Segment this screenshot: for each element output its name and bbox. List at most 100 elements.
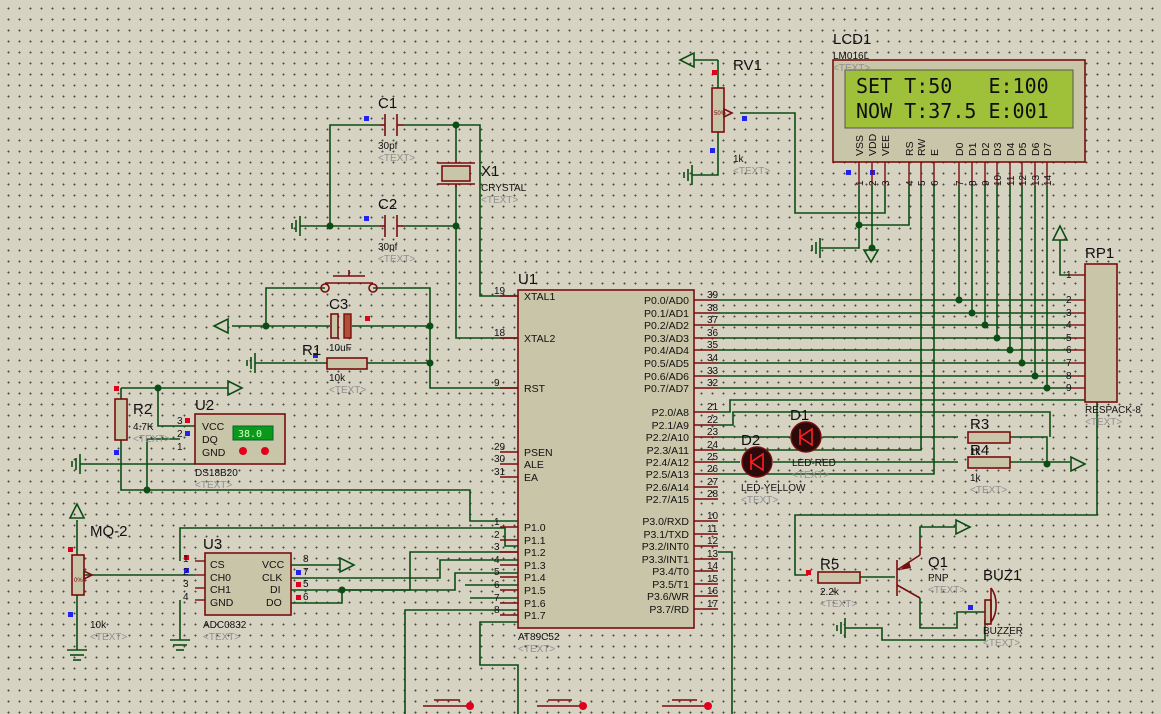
u1-pin-number: 35 [707, 340, 719, 351]
lcd-pin-number: 14 [1043, 174, 1054, 186]
buz1-text: <TEXT> [983, 638, 1020, 649]
svg-text:DI: DI [270, 584, 281, 596]
transistor-q1[interactable] [896, 540, 921, 599]
u1-pin-number: 24 [707, 440, 719, 451]
rp1-pin-number: 5 [1066, 333, 1072, 344]
lcd-ref: LCD1 [833, 31, 871, 48]
r2-value: 4.7K [133, 422, 154, 433]
respack-rp1[interactable] [1084, 263, 1118, 403]
u1-pin-label: RST [524, 383, 546, 395]
lcd-line-2: NOW T:37.5 E:001 [856, 99, 1049, 123]
resistor-r2[interactable] [114, 398, 128, 441]
mq2-value: 10k [90, 620, 107, 631]
x1-text: <TEXT> [481, 195, 518, 206]
u1-pin-number: 12 [707, 536, 719, 547]
u2-reading: 38.0 [238, 429, 262, 440]
power-arrow-icon [1051, 224, 1069, 241]
u1-pin-label: P3.7/RD [649, 604, 689, 616]
power-arrow-icon [339, 556, 356, 574]
u1-pin-number: 4 [494, 555, 500, 566]
led-d2[interactable] [741, 446, 773, 478]
buzzer-buz1[interactable] [984, 587, 997, 625]
u1-pin-label: XTAL1 [524, 291, 555, 303]
svg-text:VCC: VCC [262, 559, 285, 571]
resistor-r5[interactable] [817, 571, 861, 584]
u1-pin-number: 37 [707, 315, 719, 326]
rp1-pins: 123456789 [1066, 270, 1085, 394]
lcd-pin-label: D1 [967, 142, 979, 156]
u1-part: AT89C52 [518, 632, 560, 643]
buz1-value: BUZZER [983, 626, 1023, 637]
lcd-pin-label: D5 [1017, 142, 1029, 156]
svg-text:4: 4 [183, 592, 189, 603]
lcd-pin-label: E [929, 149, 941, 156]
svg-text:DO: DO [266, 597, 282, 609]
u1-pin-number: 16 [707, 586, 719, 597]
d1-text: <TEXT> [792, 470, 829, 481]
capacitor-c1[interactable] [380, 114, 404, 136]
u1-pin-label: P0.2/AD2 [644, 320, 689, 332]
lcd-pin-number: 9 [981, 180, 992, 186]
ground-icon [291, 216, 301, 236]
d1-ref: D1 [790, 407, 809, 424]
svg-text:7: 7 [303, 567, 309, 578]
r1-text: <TEXT> [329, 385, 366, 396]
rp1-pin-number: 4 [1066, 320, 1072, 331]
u1-pin-number: 22 [707, 415, 719, 426]
lcd-pin-number: 5 [917, 180, 928, 186]
lcd-pin-number: 4 [905, 180, 916, 186]
r3-ref: R3 [970, 416, 989, 433]
r4-ref: R4 [970, 442, 989, 459]
u1-pin-number: 34 [707, 353, 719, 364]
svg-text:1: 1 [177, 442, 183, 453]
u1-pin-label: P1.6 [524, 598, 546, 610]
lcd-pin-label: VEE [880, 135, 892, 156]
u1-pin-number: 21 [707, 402, 719, 413]
svg-text:GND: GND [210, 597, 234, 609]
u1-pin-label: P1.4 [524, 572, 546, 584]
u1-pin-label: P0.4/AD4 [644, 345, 689, 357]
lcd-pin-label: D0 [954, 142, 966, 156]
key-button[interactable] [537, 699, 587, 710]
reset-button[interactable] [320, 270, 378, 293]
lcd-pin-label: D7 [1042, 142, 1054, 156]
key-button[interactable] [423, 699, 474, 710]
c2-ref: C2 [378, 196, 397, 213]
potentiometer-rv1[interactable] [711, 87, 734, 133]
u1-pin-label: P0.6/AD6 [644, 371, 689, 383]
lcd-pin-label: VDD [867, 133, 879, 156]
lcd-pin-label: D2 [980, 142, 992, 156]
led-d1[interactable] [790, 421, 822, 453]
crystal-x1[interactable] [437, 160, 475, 187]
svg-text:50%: 50% [714, 111, 727, 117]
u1-pin-number: 13 [707, 549, 719, 560]
svg-text:DQ: DQ [202, 434, 218, 446]
u2-text: <TEXT> [195, 480, 232, 491]
rv1-text: <TEXT> [733, 166, 770, 177]
key-button[interactable] [662, 699, 712, 710]
resistor-r1[interactable] [326, 357, 368, 370]
u1-pin-number: 36 [707, 328, 719, 339]
u1-pin-label: P3.6/WR [647, 591, 689, 603]
lcd-part: LM016L [833, 51, 870, 62]
u1-pin-label: P1.7 [524, 610, 546, 622]
u1-pin-number: 26 [707, 464, 719, 475]
q1-text: <TEXT> [928, 585, 965, 596]
rv1-value: 1k [733, 154, 745, 165]
ground-icon [67, 649, 87, 661]
u1-pin-label: P2.2/A10 [646, 432, 689, 444]
svg-text:6: 6 [303, 592, 309, 603]
u1-pin-label: P0.3/AD3 [644, 333, 689, 345]
u1-pin-number: 30 [494, 454, 506, 465]
x1-value: CRYSTAL [481, 183, 527, 194]
rp1-pin-number: 7 [1066, 358, 1072, 369]
lcd-pin-number: 7 [955, 180, 966, 186]
u1-pin-number: 8 [494, 605, 500, 616]
capacitor-c3[interactable] [330, 313, 352, 339]
u1-pin-number: 32 [707, 378, 719, 389]
ground-icon [836, 618, 846, 638]
u1-right-pins: P0.0/AD0 39 P0.1/AD1 38 P0.2/AD2 37 P0.3/AD3 36… [642, 290, 719, 616]
rp1-pin-number: 6 [1066, 345, 1072, 356]
capacitor-c2[interactable] [380, 215, 404, 237]
rp1-pin-number: 9 [1066, 383, 1072, 394]
